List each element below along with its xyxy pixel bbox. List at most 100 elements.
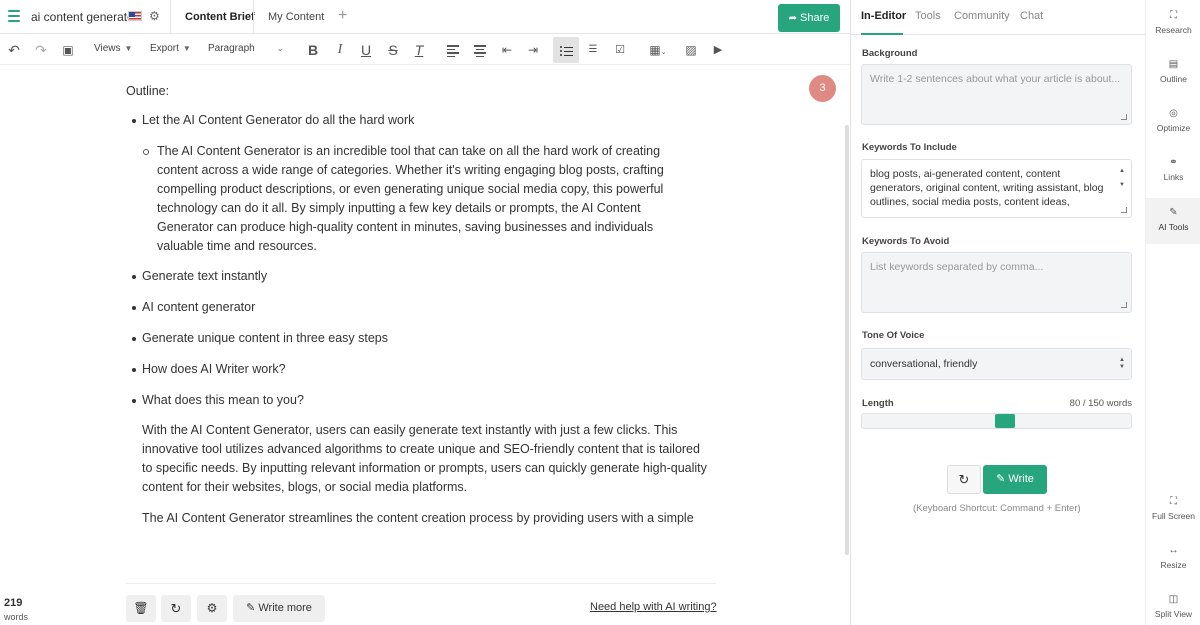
resize-handle-icon[interactable] [1121,114,1127,120]
rail-resize[interactable]: ↔ Resize [1146,545,1200,570]
rail-label: Outline [1160,74,1187,84]
clear-format-button[interactable]: T [409,40,429,60]
tone-select[interactable]: conversational, friendly ▲ ▼ [861,348,1132,380]
keywords-include-label: Keywords To Include [862,142,957,153]
tone-value: conversational, friendly [870,358,978,370]
bold-button[interactable]: B [303,40,323,60]
align-left-icon[interactable] [443,40,463,60]
refresh-icon: ↻ [958,472,970,487]
ai-settings-button[interactable]: ⚙ [197,595,227,622]
rail-label: Resize [1160,560,1187,570]
settings-gear-icon[interactable]: ⚙ [149,9,160,23]
keywords-avoid-textarea[interactable]: List keywords separated by comma... [861,252,1132,313]
rail-label: Links [1163,172,1184,182]
rail-outline[interactable]: ▤ Outline [1146,59,1200,84]
gear-icon: ⚙ [206,601,218,615]
background-placeholder: Write 1-2 sentences about what your arti… [870,73,1121,85]
active-tab-indicator [861,33,903,35]
editor-scrollbar[interactable] [845,125,849,555]
chevron-down-icon: ▼ [182,44,191,53]
outdent-icon[interactable]: ⇤ [497,40,517,60]
list-item: What does this mean to you? [132,391,304,410]
resize-handle-icon[interactable] [1121,302,1127,308]
write-more-button[interactable]: ✎ Write more [233,595,325,622]
keywords-include-value: blog posts, ai-generated content, conten… [870,168,1104,208]
undo-icon[interactable]: ↶ [4,40,24,60]
save-icon[interactable]: ▣ [58,40,78,60]
italic-button[interactable]: I [330,40,350,60]
table-icon[interactable]: ▦⌄ [643,40,673,60]
tab-community[interactable]: Community [954,10,1010,22]
rail-links[interactable]: ⚭ Links [1146,157,1200,182]
length-slider-thumb[interactable] [995,414,1015,428]
ai-tools-panel: In-Editor Tools Community Chat Backgroun… [850,0,1145,625]
chevron-down-icon: ▼ [124,44,133,53]
length-label: Length [862,398,894,409]
tab-my-content[interactable]: My Content [253,0,338,34]
notification-badge[interactable]: 3 [809,75,836,102]
add-tab-button[interactable]: + [338,7,347,25]
views-dropdown[interactable]: Views ▼ [94,43,132,54]
scroll-arrows-icon[interactable]: ▲ ▼ [1119,168,1125,189]
right-rail: ⛶ Research ▤ Outline ◎ Optimize ⚭ Links ✎ AI … [1145,0,1200,625]
binoculars-icon: ⛶ [1170,10,1177,21]
image-icon[interactable]: ▨ [681,40,701,60]
numbered-list-icon[interactable]: ☰ [583,40,603,60]
refresh-icon: ↻ [170,601,182,616]
list-item: How does AI Writer work? [132,360,286,379]
indent-icon[interactable]: ⇥ [523,40,543,60]
footer-divider [126,583,716,584]
select-arrows-icon: ▲ ▼ [1119,357,1125,370]
reset-button[interactable]: ↻ [947,465,981,494]
checklist-icon[interactable]: ☑ [610,40,630,60]
regenerate-button[interactable]: ↻ [161,595,191,622]
rail-research[interactable]: ⛶ Research [1146,10,1200,35]
tab-in-editor[interactable]: In-Editor [861,10,906,22]
align-center-icon[interactable] [470,40,490,60]
tab-tools[interactable]: Tools [915,10,941,22]
menu-icon[interactable] [8,10,20,22]
list-item: Let the AI Content Generator do all the … [131,111,414,130]
rail-label: Research [1155,25,1192,35]
split-view-icon: ◫ [1168,594,1179,605]
write-button[interactable]: ✎ Write [983,465,1047,494]
strikethrough-button[interactable]: S [383,40,403,60]
keywords-include-textarea[interactable]: blog posts, ai-generated content, conten… [861,159,1132,218]
tab-chat[interactable]: Chat [1020,10,1043,22]
top-bar: ai content generator ⚙ Content Brief My … [0,0,850,34]
rail-label: AI Tools [1158,222,1189,232]
paragraph-style-dropdown[interactable]: Paragraph ⌄ [208,43,288,54]
resize-arrows-icon: ↔ [1168,545,1179,556]
write-label: Write [1008,473,1034,485]
rail-full-screen[interactable]: ⛶ Full Screen [1146,496,1200,521]
rail-optimize[interactable]: ◎ Optimize [1146,108,1200,133]
background-textarea[interactable]: Write 1-2 sentences about what your arti… [861,64,1132,125]
link-icon: ⚭ [1169,157,1178,168]
body-paragraph: With the AI Content Generator, users can… [142,423,707,494]
share-icon: ➦ [788,13,798,24]
length-slider[interactable] [861,413,1132,429]
bullet-list-icon[interactable] [553,37,579,63]
rail-ai-tools[interactable]: ✎ AI Tools [1146,198,1200,244]
export-dropdown[interactable]: Export ▼ [150,43,191,54]
sub-list-paragraph: The AI Content Generator is an incredibl… [143,142,677,256]
share-button[interactable]: ➦ Share [778,4,840,32]
list-item: AI content generator [131,298,255,317]
chevron-down-icon: ⌄ [276,44,284,53]
tone-label: Tone Of Voice [862,330,925,341]
list-item: Generate text instantly [131,267,267,286]
delete-button[interactable]: 🗑 [126,595,156,622]
document-title[interactable]: ai content generator [31,10,138,24]
document-icon: ▤ [1168,59,1179,70]
redo-icon[interactable]: ↷ [31,40,51,60]
resize-handle-icon[interactable] [1121,207,1127,213]
video-icon[interactable]: ▶ [708,40,728,60]
ai-writing-help-link[interactable]: Need help with AI writing? [590,601,717,613]
us-flag-icon[interactable] [128,11,142,21]
editor-canvas[interactable]: Outline: 3 Let the AI Content Generator … [0,66,843,625]
underline-button[interactable]: U [356,40,376,60]
keyboard-shortcut-note: (Keyboard Shortcut: Command + Enter) [913,503,1081,514]
magic-wand-icon: ✎ [246,602,259,614]
rail-split-view[interactable]: ◫ Split View [1146,594,1200,619]
keywords-avoid-placeholder: List keywords separated by comma... [870,261,1044,273]
